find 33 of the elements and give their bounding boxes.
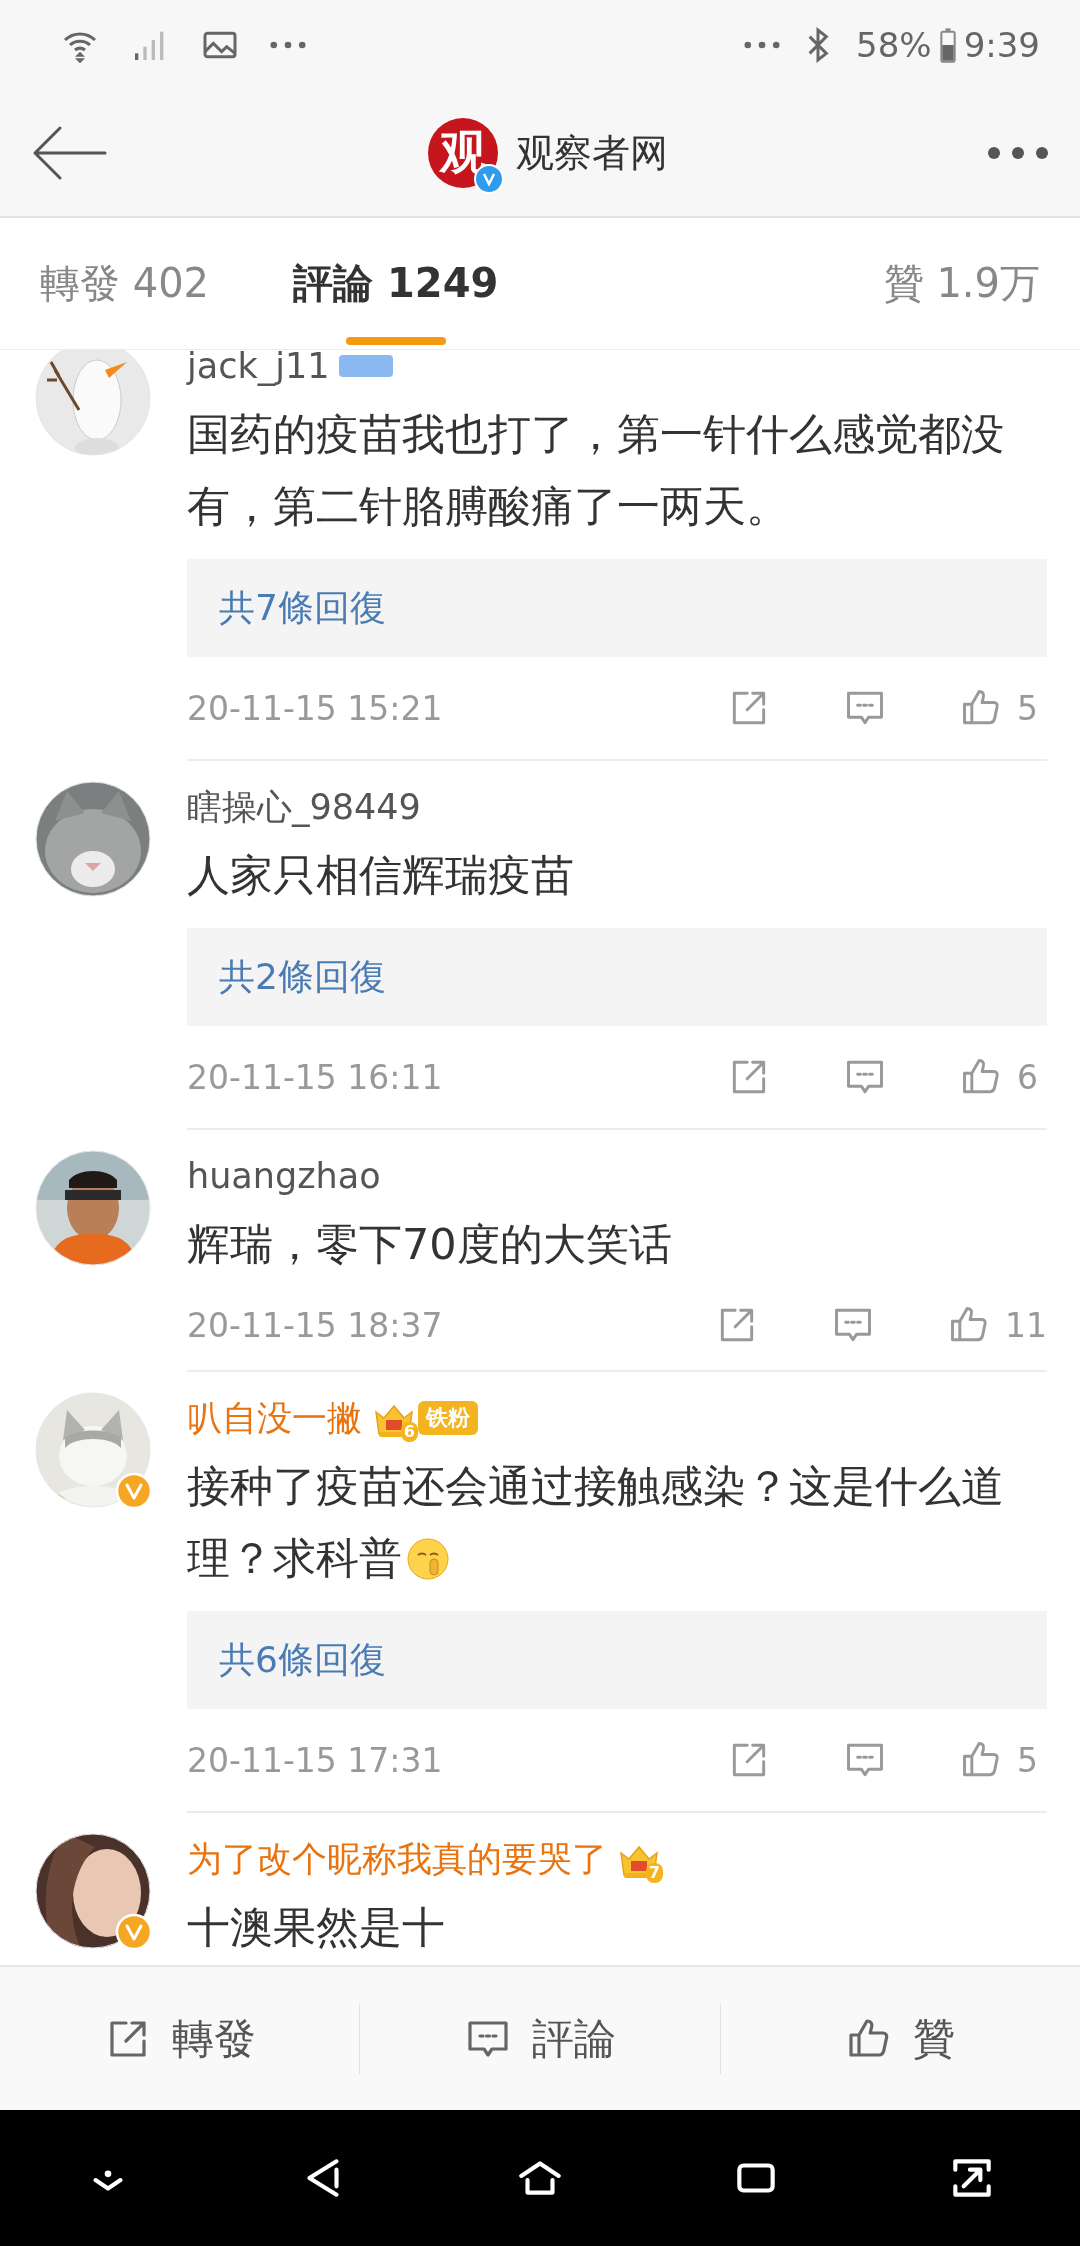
comment-text: 人家只相信辉瑞疫苗: [187, 850, 574, 900]
like-button[interactable]: 贊: [720, 1967, 1080, 2110]
replies-link[interactable]: 共6條回復: [187, 1611, 1047, 1709]
tab[interactable]: 贊 1.9万: [883, 218, 1040, 349]
member-tag: [339, 355, 394, 377]
more-icon: [270, 40, 306, 50]
more-icon[interactable]: [986, 145, 1050, 161]
like-count: 11: [1005, 1305, 1047, 1345]
comment-text: 接种了疫苗还会通过接触感染？这是什么道理？求科普: [187, 1461, 1004, 1583]
replies-link[interactable]: 共2條回復: [187, 928, 1047, 1026]
account-title: 观察者网: [516, 129, 668, 177]
comment-date: 20-11-15 15:21: [187, 688, 444, 728]
like-count: 6: [1017, 1057, 1039, 1097]
clock-time: 9:39: [963, 25, 1040, 65]
comment-text: 辉瑞，零下70度的大笑话: [187, 1219, 672, 1269]
comment-text: 国药的疫苗我也打了，第一针什么感觉都没有，第二针胳膊酸痛了一两天。: [187, 409, 1004, 531]
comment-date: 20-11-15 16:11: [187, 1057, 444, 1097]
more-icon: [744, 40, 781, 50]
user-name[interactable]: jack_j11: [187, 350, 330, 386]
like-count: 5: [1017, 1740, 1039, 1780]
replies-link[interactable]: 共7條回復: [187, 559, 1047, 657]
comment-text: 十澳果然是十: [187, 1902, 445, 1952]
comment-date: 20-11-15 17:31: [187, 1740, 444, 1780]
like-count: 5: [1017, 688, 1039, 728]
battery-percent: 58%: [856, 25, 932, 65]
tab[interactable]: 轉發 402: [40, 218, 210, 349]
tab[interactable]: 評論 1249: [293, 218, 499, 349]
user-name[interactable]: huangzhao: [187, 1156, 381, 1196]
share-button[interactable]: 轉發: [0, 1967, 360, 2110]
comment-date: 20-11-15 18:37: [187, 1305, 444, 1345]
fan-label: 铁粉: [418, 1401, 478, 1435]
user-name[interactable]: 瞎操心_98449: [187, 783, 421, 831]
comment-button[interactable]: 評論: [360, 1967, 720, 2110]
